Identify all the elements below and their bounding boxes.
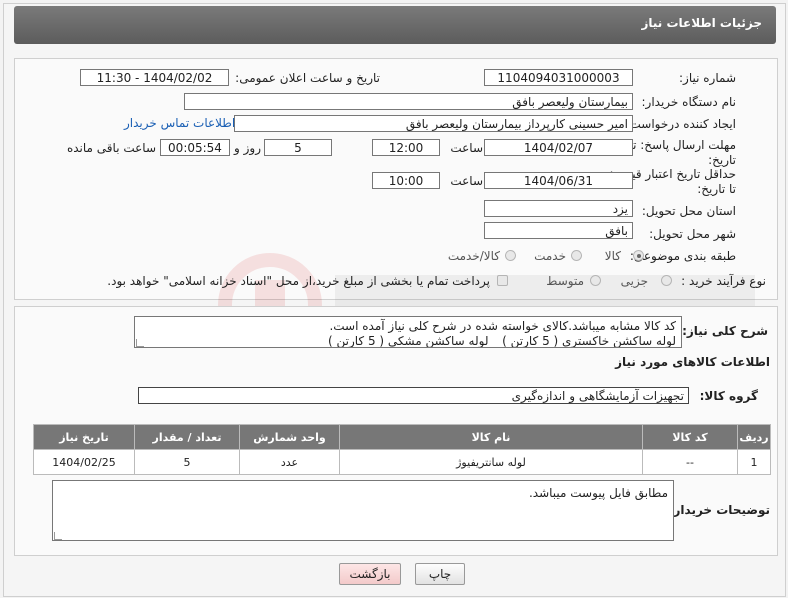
price-validity-date-field: 1404/06/31: [484, 172, 633, 189]
process-type-label: نوع فرآیند خرید :: [681, 274, 766, 288]
summary-resize-handle[interactable]: [136, 339, 144, 347]
announce-datetime-label: تاریخ و ساعت اعلان عمومی:: [235, 71, 380, 85]
price-validity-label-2: تا تاریخ:: [697, 182, 736, 196]
print-button[interactable]: چاپ: [415, 563, 465, 585]
delivery-province-field: یزد: [484, 200, 633, 217]
price-validity-time-field: 10:00: [372, 172, 440, 189]
remaining-time-field: 00:05:54: [160, 139, 230, 156]
category-label: طبقه بندی موضوعی:: [629, 249, 736, 263]
treasury-payment-checkbox[interactable]: [497, 275, 508, 286]
category-option-service: خدمت: [534, 249, 566, 263]
reply-days-label: روز و: [234, 141, 261, 155]
buyer-notes-text: مطابق فایل پیوست میباشد.: [528, 486, 668, 500]
process-radio-medium[interactable]: [590, 275, 601, 286]
treasury-payment-note: پرداخت تمام یا بخشی از مبلغ خرید،از محل …: [107, 274, 490, 288]
remaining-time-label: ساعت باقی مانده: [66, 141, 156, 155]
goods-group-label: گروه کالا:: [699, 389, 758, 403]
goods-group-field: تجهیزات آزمایشگاهی و اندازه‌گیری: [138, 387, 689, 404]
buyer-org-field: بیمارستان ولیعصر بافق: [184, 93, 633, 110]
reply-deadline-time-label: ساعت: [450, 141, 483, 155]
announce-datetime-field: 1404/02/02 - 11:30: [80, 69, 229, 86]
summary-line-2: لوله ساکشن خاکستری ( 5 کارتن ) _ لوله سا…: [327, 334, 676, 348]
category-option-goods: کالا: [604, 249, 621, 263]
reply-deadline-label: مهلت ارسال پاسخ: تا: [629, 138, 736, 152]
process-radio-minor[interactable]: [661, 275, 672, 286]
buyer-notes-resize-handle[interactable]: [54, 532, 62, 540]
goods-section-title: اطلاعات کالاهای مورد نیاز: [615, 355, 770, 369]
col-code: کد کالا: [642, 424, 738, 450]
summary-label: شرح کلی نیاز:: [682, 324, 768, 338]
back-button[interactable]: بازگشت: [339, 563, 401, 585]
col-date: تاریخ نیاز: [33, 424, 135, 450]
category-radio-both[interactable]: [505, 250, 516, 261]
requester-label: ایجاد کننده درخواست:: [625, 117, 736, 131]
delivery-city-label: شهر محل تحویل:: [649, 227, 736, 241]
page-header: جزئیات اطلاعات نیاز: [14, 6, 776, 44]
buyer-org-label: نام دستگاه خریدار:: [641, 95, 737, 109]
need-number-field: 1104094031000003: [484, 69, 633, 86]
cell-name: لوله سانتریفیوژ: [339, 449, 643, 475]
process-option-medium: متوسط: [546, 274, 584, 288]
col-unit: واحد شمارش: [239, 424, 340, 450]
reply-deadline-time-field: 12:00: [372, 139, 440, 156]
category-option-both: کالا/خدمت: [447, 249, 500, 263]
buyer-contact-link[interactable]: اطلاعات تماس خریدار: [124, 116, 235, 130]
page-title: جزئیات اطلاعات نیاز: [641, 16, 762, 30]
category-radio-goods[interactable]: [633, 250, 644, 261]
cell-date: 1404/02/25: [33, 449, 135, 475]
reply-deadline-date-field: 1404/02/07: [484, 139, 633, 156]
col-name: نام کالا: [339, 424, 643, 450]
reply-deadline-label-2: تاریخ:: [708, 153, 736, 167]
col-qty: تعداد / مقدار: [134, 424, 240, 450]
delivery-city-field: بافق: [484, 222, 633, 239]
process-option-minor: جزیی: [620, 274, 648, 288]
summary-textarea: کد کالا مشابه میباشد.کالای خواسته شده در…: [134, 316, 682, 348]
goods-table: ردیف کد کالا نام کالا واحد شمارش تعداد /…: [33, 424, 771, 475]
buyer-notes-textarea: مطابق فایل پیوست میباشد.: [52, 480, 674, 541]
cell-qty: 5: [134, 449, 240, 475]
table-row: 1 -- لوله سانتریفیوژ عدد 5 1404/02/25: [33, 449, 771, 475]
goods-table-header: ردیف کد کالا نام کالا واحد شمارش تعداد /…: [33, 424, 771, 450]
need-number-label: شماره نیاز:: [679, 71, 736, 85]
delivery-province-label: استان محل تحویل:: [641, 204, 736, 218]
cell-unit: عدد: [239, 449, 340, 475]
price-validity-time-label: ساعت: [450, 174, 483, 188]
cell-row: 1: [737, 449, 771, 475]
cell-code: --: [642, 449, 738, 475]
category-radio-service[interactable]: [571, 250, 582, 261]
summary-line-1: کد کالا مشابه میباشد.کالای خواسته شده در…: [329, 319, 676, 333]
requester-field: امیر حسینی کارپرداز بیمارستان ولیعصر باف…: [234, 115, 633, 132]
buyer-notes-label: توضیحات خریدار:: [668, 503, 770, 517]
col-row: ردیف: [737, 424, 771, 450]
reply-days-field: 5: [264, 139, 332, 156]
